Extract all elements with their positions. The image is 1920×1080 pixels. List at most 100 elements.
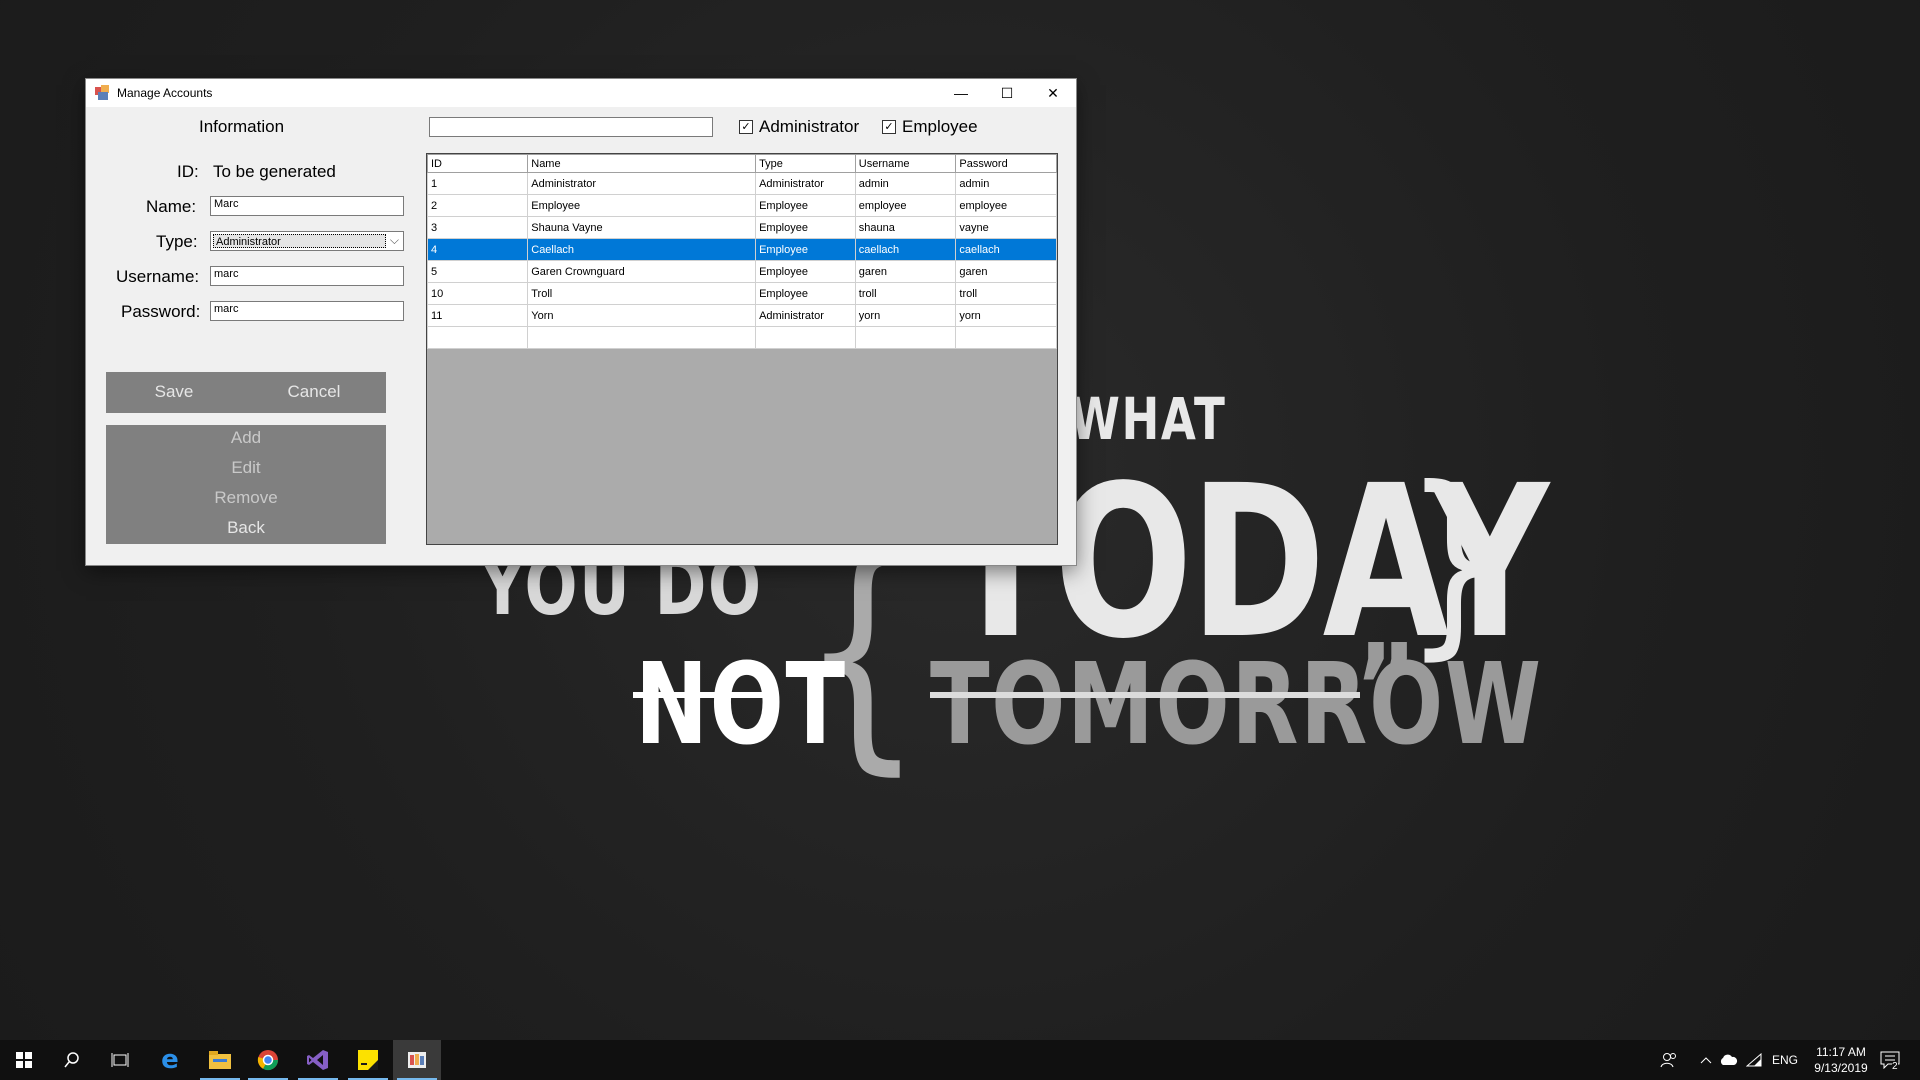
onedrive-cloud-icon[interactable] (1718, 1040, 1738, 1080)
column-header-password[interactable]: Password (955, 154, 1057, 173)
column-header-id[interactable]: ID (427, 154, 529, 173)
cell-password[interactable]: caellach (955, 238, 1057, 261)
cell-name[interactable]: Troll (527, 282, 757, 305)
search-icon[interactable] (48, 1040, 96, 1080)
chrome-icon[interactable] (244, 1040, 292, 1080)
close-button[interactable]: ✕ (1030, 79, 1076, 107)
cell-type[interactable]: Employee (755, 238, 856, 261)
cell-username[interactable]: garen (854, 260, 957, 283)
minimize-button[interactable]: — (938, 79, 984, 107)
cell-id[interactable]: 2 (427, 194, 529, 217)
add-button[interactable]: Add (106, 428, 386, 448)
table-row[interactable]: 2 Employee Employee employee employee (427, 194, 1057, 217)
information-heading: Information (199, 117, 285, 136)
new-row-cell[interactable] (427, 326, 529, 349)
cell-password[interactable]: troll (955, 282, 1057, 305)
username-field[interactable]: marc (210, 266, 404, 286)
edit-button[interactable]: Edit (106, 458, 386, 478)
table-row[interactable]: 4 Caellach Employee caellach caellach (427, 238, 1057, 261)
cell-name[interactable]: Caellach (527, 238, 757, 261)
cell-id[interactable]: 5 (427, 260, 529, 283)
back-button[interactable]: Back (106, 518, 386, 538)
cell-password[interactable]: yorn (955, 304, 1057, 327)
column-header-name[interactable]: Name (527, 154, 757, 173)
table-row[interactable]: 10 Troll Employee troll troll (427, 282, 1057, 305)
cell-id[interactable]: 1 (427, 172, 529, 195)
cell-username[interactable]: admin (854, 172, 957, 195)
search-input[interactable] (429, 117, 713, 137)
clock-date: 9/13/2019 (1814, 1061, 1868, 1075)
administrator-filter-checkbox[interactable]: ✓ Administrator (739, 117, 859, 137)
table-row[interactable]: 1 Administrator Administrator admin admin (427, 172, 1057, 195)
column-header-username[interactable]: Username (854, 154, 957, 173)
id-value: To be generated (213, 162, 336, 181)
cell-password[interactable]: employee (955, 194, 1057, 217)
table-row[interactable]: 5 Garen Crownguard Employee garen garen (427, 260, 1057, 283)
clock[interactable]: 11:17 AM 9/13/2019 (1806, 1044, 1876, 1076)
remove-button[interactable]: Remove (106, 488, 386, 508)
window-title: Manage Accounts (117, 86, 213, 100)
cell-type[interactable]: Employee (755, 216, 856, 239)
notification-center-icon[interactable]: 2 (1880, 1040, 1906, 1080)
actions-panel: Add Edit Remove Back (106, 425, 386, 544)
new-row-cell[interactable] (527, 326, 757, 349)
show-hidden-icons-chevron-icon[interactable] (1700, 1040, 1712, 1080)
cell-username[interactable]: shauna (854, 216, 957, 239)
type-dropdown[interactable]: Administrator ⌵ (210, 231, 404, 251)
cell-type[interactable]: Employee (755, 260, 856, 283)
cell-type[interactable]: Administrator (755, 172, 856, 195)
new-row-cell[interactable] (755, 326, 856, 349)
sticky-notes-icon[interactable] (344, 1040, 392, 1080)
wallpaper-text-tomorrow: TOMORROW (930, 640, 1543, 770)
cell-id[interactable]: 11 (427, 304, 529, 327)
password-field[interactable]: marc (210, 301, 404, 321)
cell-password[interactable]: vayne (955, 216, 1057, 239)
table-row[interactable]: 3 Shauna Vayne Employee shauna vayne (427, 216, 1057, 239)
edge-icon[interactable]: e (146, 1040, 194, 1080)
app-icon (95, 85, 111, 101)
cell-name[interactable]: Employee (527, 194, 757, 217)
file-explorer-icon[interactable] (196, 1040, 244, 1080)
cell-type[interactable]: Employee (755, 282, 856, 305)
cell-name[interactable]: Garen Crownguard (527, 260, 757, 283)
administrator-filter-label: Administrator (759, 117, 860, 136)
name-label: Name: (146, 197, 197, 216)
new-row-cell[interactable] (854, 326, 957, 349)
wallpaper-strike-not (633, 692, 773, 698)
cell-username[interactable]: employee (854, 194, 957, 217)
cell-password[interactable]: garen (955, 260, 1057, 283)
new-row[interactable] (427, 326, 1057, 349)
cell-username[interactable]: troll (854, 282, 957, 305)
maximize-button[interactable]: ☐ (984, 79, 1030, 107)
type-dropdown-value: Administrator (213, 234, 386, 248)
cell-type[interactable]: Employee (755, 194, 856, 217)
type-label: Type: (156, 232, 198, 251)
cell-name[interactable]: Shauna Vayne (527, 216, 757, 239)
cell-username[interactable]: yorn (854, 304, 957, 327)
cell-type[interactable]: Administrator (755, 304, 856, 327)
manage-accounts-app-icon[interactable] (393, 1040, 441, 1080)
save-button[interactable]: Save (106, 382, 242, 402)
column-header-type[interactable]: Type (755, 154, 856, 173)
cell-id[interactable]: 4 (427, 238, 529, 261)
visual-studio-icon[interactable] (294, 1040, 342, 1080)
people-icon[interactable] (1660, 1040, 1678, 1080)
language-indicator[interactable]: ENG (1772, 1040, 1798, 1080)
cell-id[interactable]: 3 (427, 216, 529, 239)
cancel-button[interactable]: Cancel (242, 382, 386, 402)
title-bar[interactable]: Manage Accounts — ☐ ✕ (86, 79, 1076, 107)
table-row[interactable]: 11 Yorn Administrator yorn yorn (427, 304, 1057, 327)
start-icon[interactable] (0, 1040, 48, 1080)
name-field[interactable]: Marc (210, 196, 404, 216)
accounts-grid[interactable]: ID Name Type Username Password 1 Administ… (426, 153, 1058, 545)
task-view-icon[interactable] (96, 1040, 144, 1080)
cell-password[interactable]: admin (955, 172, 1057, 195)
cell-username[interactable]: caellach (854, 238, 957, 261)
cell-name[interactable]: Administrator (527, 172, 757, 195)
manage-accounts-window: Manage Accounts — ☐ ✕ Information ID: To… (86, 79, 1076, 565)
employee-filter-checkbox[interactable]: ✓ Employee (882, 117, 978, 137)
cell-id[interactable]: 10 (427, 282, 529, 305)
wifi-icon[interactable] (1746, 1040, 1762, 1080)
new-row-cell[interactable] (955, 326, 1057, 349)
cell-name[interactable]: Yorn (527, 304, 757, 327)
